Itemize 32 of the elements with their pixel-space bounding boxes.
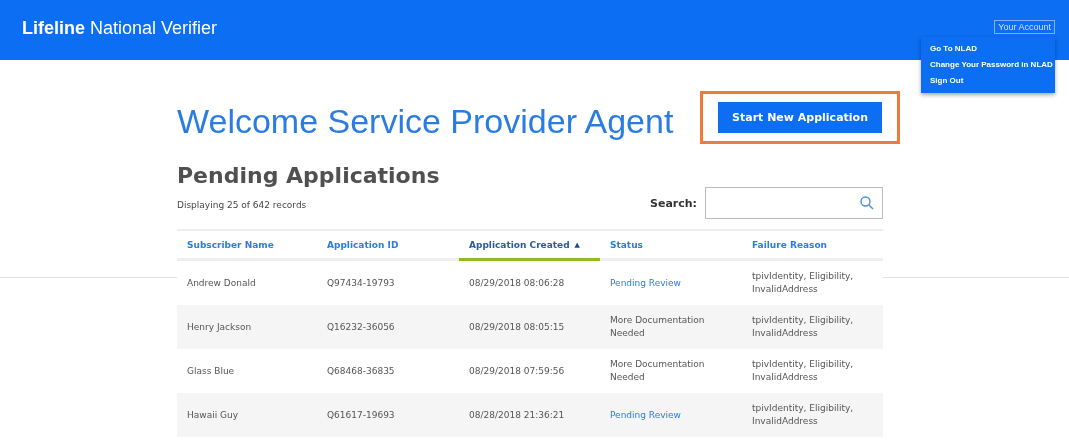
welcome-heading: Welcome Service Provider Agent xyxy=(177,102,674,141)
table-cell: 08/28/2018 21:36:21 xyxy=(469,408,565,422)
menu-item[interactable]: Go To NLAD xyxy=(930,41,1055,57)
table-cell: Q16232-36056 xyxy=(327,320,395,334)
status-text: More Documentation Needed xyxy=(610,358,706,384)
start-application-button[interactable]: Start New Application xyxy=(718,102,882,133)
search-label: Search: xyxy=(650,196,697,210)
table-cell: 08/29/2018 07:59:56 xyxy=(469,364,565,378)
table-cell-text: tpivIdentity, Eligibility, InvalidAddress xyxy=(752,358,855,384)
menu-item[interactable]: Sign Out xyxy=(930,73,1055,89)
table-cell: Glass Blue xyxy=(187,364,235,378)
status-link[interactable]: Pending Review xyxy=(610,276,681,290)
table-cell: 08/29/2018 08:06:28 xyxy=(469,276,565,290)
table-cell-text: tpivIdentity, Eligibility, InvalidAddress xyxy=(752,402,855,428)
menu-item[interactable]: Change Your Password in NLAD xyxy=(930,57,1055,73)
table-cell: Hawaii Guy xyxy=(187,408,239,422)
table-cell: Q61617-19693 xyxy=(327,408,395,422)
table-cell: Andrew Donald xyxy=(187,276,256,290)
table-cell-text: tpivIdentity, Eligibility, InvalidAddress xyxy=(752,270,855,296)
search-field[interactable] xyxy=(705,187,883,219)
table-cell: Q97434-19793 xyxy=(327,276,395,290)
site-title: Lifeline National Verifier xyxy=(22,17,218,39)
section-heading: Pending Applications xyxy=(177,163,440,188)
record-count: Displaying 25 of 642 records xyxy=(177,200,308,210)
account-button[interactable]: Your Account xyxy=(994,20,1055,34)
table-cell: Q68468-36835 xyxy=(327,364,395,378)
search-icon xyxy=(860,196,874,210)
table-cell-text: tpivIdentity, Eligibility, InvalidAddress xyxy=(752,314,855,340)
table-cell: Henry Jackson xyxy=(187,320,252,334)
status-text: More Documentation Needed xyxy=(610,314,706,340)
status-link[interactable]: Pending Review xyxy=(610,408,681,422)
table-cell: 08/29/2018 08:05:15 xyxy=(469,320,565,334)
